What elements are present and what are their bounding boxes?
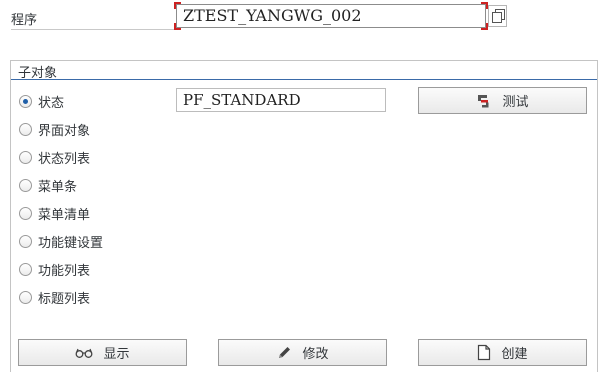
radio-label: 界面对象 bbox=[38, 123, 91, 139]
radio-control[interactable] bbox=[19, 150, 32, 164]
radio-status[interactable]: 状态 bbox=[19, 91, 64, 111]
create-button[interactable]: 创建 bbox=[418, 339, 587, 366]
radio-function-list[interactable]: 功能列表 bbox=[19, 259, 90, 279]
create-button-label: 创建 bbox=[501, 347, 528, 362]
radio-title-list[interactable]: 标题列表 bbox=[19, 287, 90, 307]
radio-label: 菜单清单 bbox=[38, 207, 91, 223]
change-button-label: 修改 bbox=[302, 347, 329, 362]
program-input[interactable]: ZTEST_YANGWG_002 bbox=[176, 4, 486, 28]
radio-control[interactable] bbox=[19, 122, 32, 136]
radio-label: 菜单条 bbox=[38, 179, 78, 195]
change-button[interactable]: 修改 bbox=[218, 339, 387, 366]
radio-control[interactable] bbox=[19, 234, 32, 248]
display-button[interactable]: 显示 bbox=[18, 339, 187, 366]
test-icon bbox=[476, 93, 492, 109]
radio-control[interactable] bbox=[19, 178, 32, 192]
radio-label: 状态列表 bbox=[38, 151, 91, 167]
radio-menu-list[interactable]: 菜单清单 bbox=[19, 203, 90, 223]
radio-label: 状态 bbox=[38, 95, 65, 111]
glasses-icon bbox=[75, 347, 93, 359]
radio-control[interactable] bbox=[19, 206, 32, 220]
program-label-underline bbox=[11, 29, 174, 30]
radio-interface-objects[interactable]: 界面对象 bbox=[19, 119, 90, 139]
radio-label: 标题列表 bbox=[38, 291, 91, 307]
radio-label: 功能键设置 bbox=[38, 235, 104, 251]
radio-status-list[interactable]: 状态列表 bbox=[19, 147, 90, 167]
document-icon bbox=[477, 344, 491, 361]
display-button-label: 显示 bbox=[103, 347, 130, 362]
radio-control[interactable] bbox=[19, 290, 32, 304]
radio-control[interactable] bbox=[19, 94, 32, 108]
radio-label: 功能列表 bbox=[38, 263, 91, 279]
copy-icon bbox=[492, 9, 505, 23]
value-help-button[interactable] bbox=[488, 5, 507, 27]
test-button[interactable]: 测试 bbox=[418, 87, 587, 114]
radio-function-key-settings[interactable]: 功能键设置 bbox=[19, 231, 103, 251]
group-title-divider bbox=[11, 79, 597, 80]
radio-menu-bar[interactable]: 菜单条 bbox=[19, 175, 77, 195]
program-label: 程序 bbox=[11, 13, 38, 28]
radio-control[interactable] bbox=[19, 262, 32, 276]
status-input[interactable]: PF_STANDARD bbox=[176, 88, 386, 112]
test-button-label: 测试 bbox=[502, 95, 529, 110]
pencil-icon bbox=[276, 345, 292, 361]
